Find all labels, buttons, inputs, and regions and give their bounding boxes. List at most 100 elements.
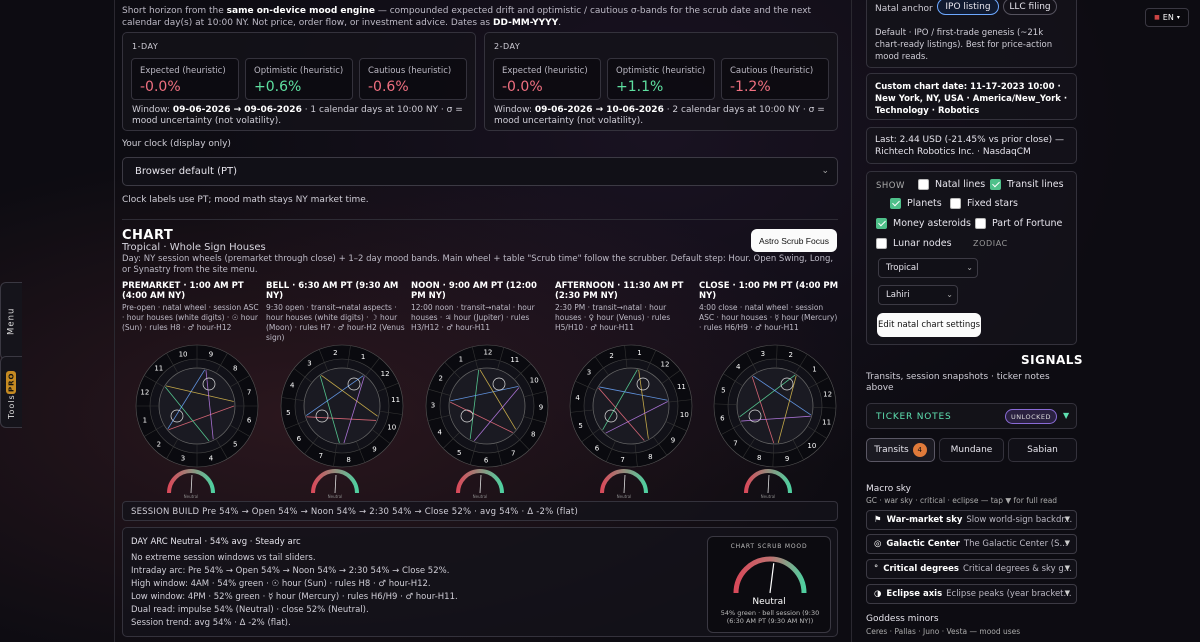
astro-scrub-focus-button[interactable]: Astro Scrub Focus	[751, 229, 837, 252]
chart-subtitle: Tropical · Whole Sign Houses	[122, 242, 266, 253]
tab-mundane[interactable]: Mundane	[939, 438, 1004, 462]
macro-sky-sub: GC · war sky · critical · eclipse — tap …	[866, 496, 1058, 505]
ticker-notes-toggle[interactable]: TICKER NOTES UNLOCKED ▼	[866, 403, 1077, 429]
house-number: 9	[539, 403, 543, 411]
chart-description: Day: NY session wheels (premarket throug…	[122, 254, 834, 275]
session-title: BELL · 6:30 AM PT (9:30 AM NY)	[266, 281, 399, 301]
session-chart-wheel[interactable]: 112111098765432	[712, 343, 838, 469]
tab-sabian[interactable]: Sabian	[1008, 438, 1077, 462]
zodiac-select[interactable]: Tropical ⌄	[878, 258, 978, 278]
transit-lines-checkbox[interactable]: Transit lines	[990, 179, 1064, 190]
ayanamsa-select[interactable]: Lahiri ⌄	[878, 285, 958, 305]
tab-transits[interactable]: Transits 4	[866, 438, 935, 462]
goddess-title: Goddess minors	[866, 614, 939, 624]
custom-chart-text: Custom chart date: 11-17-2023 10:00 · Ne…	[875, 82, 1068, 116]
gauge-label: Neutral	[760, 494, 776, 499]
custom-chart-box: Custom chart date: 11-17-2023 10:00 · Ne…	[866, 73, 1077, 120]
day-arc-line: Dual read: impulse 54% (Neutral) · close…	[131, 605, 369, 615]
unlocked-badge: UNLOCKED	[1005, 409, 1057, 424]
tools-side-tab[interactable]: Tools PRO	[0, 356, 22, 428]
house-number: 5	[286, 409, 290, 417]
house-number: 4	[438, 429, 443, 437]
macro-sky-item[interactable]: ◑ Eclipse axis Eclipse peaks (year bracket…	[866, 584, 1077, 604]
session-chart-wheel[interactable]: 9 8 7 6 5 4 3 2 1 12 11 10	[134, 343, 260, 469]
expected-value: -0.0%	[502, 79, 543, 95]
house-number: 8	[531, 430, 535, 438]
zodiac-label: ZODIAC	[973, 239, 1008, 248]
session-desc: 4:00 close · natal wheel · session ASC ·…	[699, 303, 838, 332]
signals-heading: SIGNALS	[1021, 353, 1084, 367]
clock-note: Clock labels use PT; mood math stays NY …	[122, 195, 369, 205]
edit-natal-settings-button[interactable]: Edit natal chart settings	[877, 313, 981, 337]
macro-sky-title: Macro sky	[866, 484, 912, 494]
macro-item-desc: The Galactic Center (S...	[963, 539, 1068, 549]
natal-lines-checkbox[interactable]: Natal lines	[918, 179, 985, 190]
session-chart-wheel[interactable]: 111098765432112	[424, 343, 550, 469]
scrub-mood-label: Neutral	[752, 597, 786, 607]
house-number: 1	[143, 416, 147, 424]
house-number: 10	[680, 411, 689, 419]
caret-down-icon: ▼	[1064, 564, 1070, 572]
macro-item-name: Galactic Center	[886, 539, 960, 549]
session-title: AFTERNOON · 11:30 AM PT (2:30 PM NY)	[555, 281, 684, 301]
house-number: 3	[307, 359, 311, 367]
session-column: BELL · 6:30 AM PT (9:30 AM NY) 9:30 open …	[266, 281, 406, 343]
chevron-down-icon: ⌄	[821, 166, 829, 176]
session-desc: 2:30 PM · transit→natal · hour houses · …	[555, 303, 671, 332]
macro-item-desc: Eclipse peaks (year bracket...	[946, 589, 1072, 599]
one-day-panel: 1-DAY Expected (heuristic) -0.0% Optimist…	[122, 32, 476, 131]
money-asteroids-checkbox[interactable]: Money asteroids	[876, 218, 971, 229]
clock-label: Your clock (display only)	[122, 139, 231, 149]
clock-select[interactable]: Browser default (PT) ⌄	[122, 157, 838, 186]
house-number: 9	[209, 350, 213, 358]
caret-down-icon: ▼	[1064, 515, 1070, 523]
house-number: 8	[233, 364, 237, 372]
last-price-text: Last: 2.44 USD (-21.45% vs prior close) …	[875, 135, 1064, 157]
menu-side-tab[interactable]: Menu	[0, 282, 22, 360]
macro-sky-item[interactable]: ° Critical degrees Critical degrees & sky …	[866, 559, 1077, 579]
flag-icon: ■	[1154, 14, 1160, 21]
house-number: 3	[761, 350, 765, 358]
ticker-notes-label: TICKER NOTES	[876, 412, 952, 422]
house-number: 7	[247, 389, 251, 397]
house-number: 5	[457, 449, 461, 457]
llc-filing-chip[interactable]: LLC filing	[1003, 0, 1057, 15]
language-select[interactable]: ■ EN ▾	[1145, 8, 1189, 27]
house-number: 4	[209, 455, 214, 463]
expected-value: -0.0%	[140, 79, 181, 95]
lunar-nodes-checkbox[interactable]: Lunar nodes	[876, 238, 952, 249]
ipo-listing-chip[interactable]: IPO listing	[937, 0, 999, 15]
house-number: 7	[733, 439, 737, 447]
house-number: 6	[720, 415, 725, 423]
chart-scrub-mood: CHART SCRUB MOOD Neutral 54% green · bel…	[707, 536, 831, 633]
house-number: 2	[789, 351, 793, 359]
part-of-fortune-checkbox[interactable]: Part of Fortune	[975, 218, 1062, 229]
house-number: 3	[181, 455, 185, 463]
house-number: 1	[361, 353, 365, 361]
session-chart-wheel[interactable]: 112111098765432	[279, 343, 405, 469]
expected-box: Expected (heuristic) -0.0%	[131, 58, 239, 100]
house-number: 3	[587, 369, 591, 377]
macro-sky-item[interactable]: ⚑ War-market sky Slow world-sign backdr...…	[866, 510, 1077, 530]
planets-checkbox[interactable]: Planets	[890, 198, 942, 209]
house-number: 6	[595, 444, 600, 452]
menu-tab-label: Menu	[6, 307, 17, 335]
macro-item-icon: °	[874, 564, 879, 574]
chevron-down-icon: ⌄	[966, 263, 973, 272]
house-number: 5	[578, 422, 582, 430]
fixed-stars-checkbox[interactable]: Fixed stars	[950, 198, 1018, 209]
panel-title: 2-DAY	[494, 42, 521, 51]
gauge-label: Neutral	[327, 494, 343, 499]
house-number: 12	[483, 349, 492, 357]
macro-item-desc: Slow world-sign backdr...	[966, 515, 1073, 525]
gauge-needle	[769, 563, 775, 594]
house-number: 11	[822, 418, 831, 426]
session-chart-wheel[interactable]: 12111098765432 1	[568, 343, 694, 469]
macro-sky-item[interactable]: ◎ Galactic Center The Galactic Center (S..…	[866, 534, 1077, 554]
day-arc-line: No extreme session windows vs tail slide…	[131, 553, 316, 563]
chevron-down-icon: ⌄	[946, 290, 953, 299]
house-number: 1	[812, 366, 816, 374]
house-number: 6	[297, 435, 302, 443]
session-title: NOON · 9:00 AM PT (12:00 PM NY)	[411, 281, 537, 301]
checkbox-icon	[975, 218, 986, 229]
